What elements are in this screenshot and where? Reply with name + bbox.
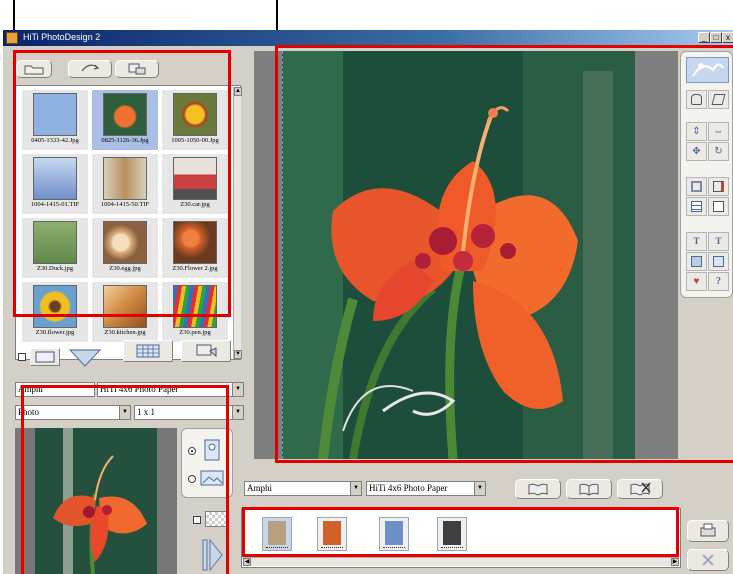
- slideshow-icon: [196, 344, 217, 358]
- cancel-button[interactable]: [687, 549, 729, 571]
- album-open-button[interactable]: [515, 479, 561, 499]
- bottom-printer-value: Amphi: [247, 483, 273, 493]
- bottom-printer-select[interactable]: Amphi ▼: [244, 481, 362, 496]
- queue-scrollbar[interactable]: ◀ ▶: [243, 557, 679, 566]
- grid-view-button[interactable]: [123, 340, 173, 362]
- print-button[interactable]: [687, 520, 729, 542]
- printer-icon: [700, 523, 716, 537]
- album-book-button[interactable]: [566, 479, 612, 499]
- scroll-down-icon[interactable]: ▼: [234, 350, 242, 359]
- export-view-button[interactable]: [181, 340, 231, 362]
- thumbnail-caption: Z30.kitchen.jpg: [104, 329, 146, 336]
- highlight-thumbnail-browser: [13, 50, 231, 317]
- album-icon: [528, 483, 548, 496]
- highlight-print-preview: [21, 385, 229, 574]
- app-icon: [6, 32, 18, 44]
- delete-album-icon: [630, 482, 651, 496]
- scroll-left-icon[interactable]: ◀: [243, 558, 251, 566]
- highlight-print-queue: [242, 507, 679, 557]
- thumbnail-size-button[interactable]: [30, 348, 60, 366]
- scroll-up-icon[interactable]: ▲: [234, 87, 242, 96]
- show-all-checkbox[interactable]: [18, 353, 26, 361]
- thumbnail-caption: Z30.flower.jpg: [35, 329, 75, 336]
- image-size-icon: [35, 351, 55, 363]
- close-button[interactable]: x: [722, 32, 733, 43]
- dropdown-arrow-icon[interactable]: ▼: [232, 406, 243, 419]
- book-icon: [579, 483, 599, 496]
- dropdown-arrow-icon[interactable]: ▼: [474, 482, 485, 495]
- bottom-paper-select[interactable]: HiTi 4x6 Photo Paper ▼: [366, 481, 486, 496]
- scroll-right-icon[interactable]: ▶: [671, 558, 679, 566]
- album-delete-button[interactable]: [617, 479, 663, 499]
- grid-icon: [136, 344, 160, 358]
- dropdown-arrow-icon[interactable]: ▼: [350, 482, 361, 495]
- chevron-down-icon[interactable]: [68, 348, 102, 370]
- dropdown-arrow-icon[interactable]: ▼: [232, 383, 243, 396]
- minimize-button[interactable]: _: [698, 32, 710, 43]
- maximize-button[interactable]: □: [710, 32, 722, 43]
- thumbnail-caption: Z30.pen.jpg: [179, 329, 211, 336]
- window-title: HiTi PhotoDesign 2: [23, 32, 101, 42]
- title-bar: HiTi PhotoDesign 2 _ □ x: [3, 30, 733, 46]
- close-icon: [702, 554, 714, 566]
- highlight-main-canvas: [275, 45, 733, 463]
- thumbnail-scrollbar[interactable]: ▲ ▼: [233, 87, 242, 359]
- bottom-paper-value: HiTi 4x6 Photo Paper: [369, 483, 448, 493]
